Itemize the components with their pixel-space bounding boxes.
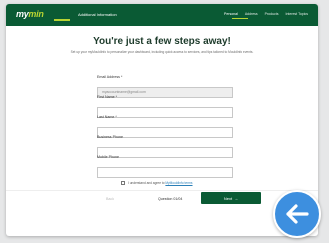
mobile-phone-field[interactable] xyxy=(97,166,233,178)
step-counter: Question 01/04 xyxy=(158,197,183,201)
tab-products[interactable]: Products xyxy=(265,12,279,16)
active-tab-indicator xyxy=(232,18,248,19)
email-label: Email Address * xyxy=(97,75,123,79)
page-title: You're just a few steps away! xyxy=(93,36,231,47)
tab-personal[interactable]: Personal xyxy=(224,12,238,16)
footer-divider xyxy=(6,190,318,191)
next-button-label: Next xyxy=(223,195,233,201)
mobile-phone-label: Mobile Phone xyxy=(97,155,119,159)
terms-link[interactable]: MyMouldInfo terms xyxy=(165,181,192,185)
back-navigation-button[interactable] xyxy=(273,190,321,238)
first-name-label: First Name * xyxy=(97,95,117,99)
app-title: Additional Information xyxy=(78,12,117,17)
page-subtitle: Set up your myMouldInfo to personalize y… xyxy=(70,50,254,54)
tab-address[interactable]: Address xyxy=(245,12,258,16)
business-phone-label: Business Phone xyxy=(97,135,123,139)
tab-interest-topics[interactable]: Interest Topics xyxy=(285,12,308,16)
terms-text: I understand and agree to MyMouldInfo te… xyxy=(128,181,193,185)
screenshot-frame: mymin Additional Information Personal Ad… xyxy=(0,0,329,243)
back-button[interactable]: Back xyxy=(106,197,114,201)
arrow-left-icon xyxy=(286,204,309,224)
next-button[interactable]: Next → xyxy=(201,192,261,204)
terms-checkbox[interactable] xyxy=(121,181,125,185)
step-tabs: Personal Address Products Interest Topic… xyxy=(224,12,308,16)
last-name-label: Last Name * xyxy=(97,115,117,119)
logo[interactable]: mymin xyxy=(16,9,44,19)
mobile-phone-field-group: Mobile Phone xyxy=(97,155,233,178)
arrow-right-icon: → xyxy=(234,195,239,201)
top-nav-bar: mymin Additional Information Personal Ad… xyxy=(6,4,318,26)
app-window: mymin Additional Information Personal Ad… xyxy=(6,4,318,236)
terms-agreement: I understand and agree to MyMouldInfo te… xyxy=(121,181,193,185)
logo-underline xyxy=(54,19,70,21)
